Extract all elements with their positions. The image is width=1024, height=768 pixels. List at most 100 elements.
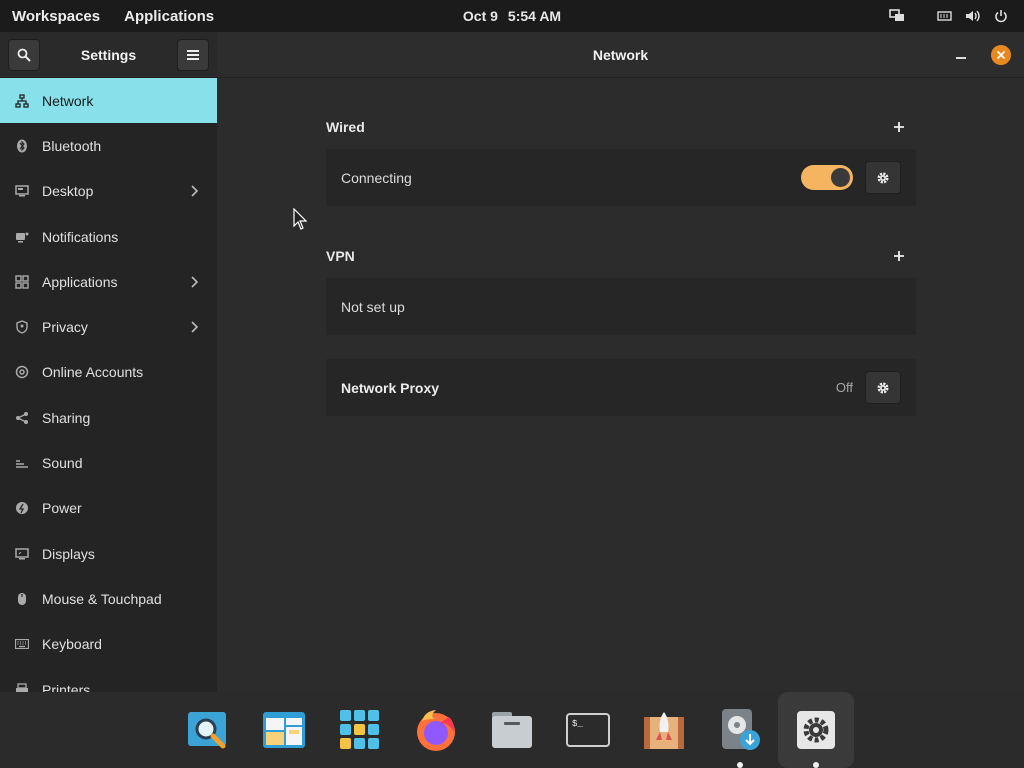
sidebar-item-mouse-touchpad[interactable]: Mouse & Touchpad [0,576,217,621]
mouse-cursor-icon [293,208,307,230]
vpn-row: Not set up [326,278,916,335]
desktop-icon [14,183,30,199]
sidebar-item-keyboard[interactable]: Keyboard [0,622,217,667]
network-content: Wired Connecting VPN Not set up Network … [326,78,916,416]
share-icon [14,410,30,426]
sidebar-item-privacy[interactable]: Privacy [0,304,217,349]
bluetooth-icon [14,138,30,154]
sidebar-item-sound[interactable]: Sound [0,440,217,485]
sidebar-item-label: Privacy [42,319,88,336]
add-wired-button[interactable] [887,115,911,139]
launcher-rocket-icon [644,712,684,749]
proxy-settings-button[interactable] [865,371,901,404]
at-icon [14,364,30,380]
close-button[interactable] [991,45,1011,65]
app-grid-icon [340,710,379,749]
sound-icon [14,455,30,471]
printer-icon [14,682,30,692]
sidebar-item-label: Sharing [42,409,91,426]
settings-window: Settings Network Bluetooth Desktop Notif… [0,32,1024,692]
dock-terminal[interactable]: $_ [550,692,626,768]
plus-icon [894,251,904,261]
applications-menu-button[interactable]: Applications [112,0,226,32]
dock-file-manager-window[interactable] [246,692,322,768]
sidebar-item-label: Mouse & Touchpad [42,590,162,607]
privacy-icon [14,319,30,335]
sidebar-item-label: Bluetooth [42,137,102,154]
vpn-status: Not set up [341,298,405,315]
dock-settings[interactable] [778,692,854,768]
search-app-icon [188,712,226,749]
dock-items: $_ [170,692,854,768]
main-pane: Network Wired Connecting VPN Not set up … [217,32,1024,692]
toggle-knob [831,168,850,187]
volume-icon[interactable] [962,5,984,27]
notifications-icon [14,229,30,245]
keyboard-icon [14,636,30,652]
sidebar-item-bluetooth[interactable]: Bluetooth [0,123,217,168]
system-tray [883,0,1024,32]
wired-status: Connecting [341,169,412,186]
vpn-section-header: VPN [326,234,916,278]
applications-grid-icon [14,274,30,290]
sidebar-item-label: Notifications [42,228,119,245]
sidebar-list: Network Bluetooth Desktop Notifications … [0,78,217,692]
terminal-icon: $_ [566,713,610,747]
clock-time[interactable]: 5:54 AM [508,8,561,24]
installer-icon [722,709,760,750]
sidebar-item-applications[interactable]: Applications [0,259,217,304]
dock-launcher[interactable] [626,692,702,768]
wired-settings-button[interactable] [865,161,901,194]
sidebar-item-displays[interactable]: Displays [0,531,217,576]
sidebar-header: Settings [0,32,217,78]
displays-icon [14,546,30,562]
menu-button[interactable] [176,38,209,71]
sidebar-item-desktop[interactable]: Desktop [0,169,217,214]
network-proxy-row[interactable]: Network Proxy Off [326,359,916,416]
wired-section-header: Wired [326,105,916,149]
search-button[interactable] [8,38,40,71]
sidebar-item-label: Online Accounts [42,364,144,381]
add-vpn-button[interactable] [887,244,911,268]
running-indicator [737,762,743,768]
sidebar-item-printers[interactable]: Printers [0,667,217,692]
top-panel: Workspaces Applications Oct 9 5:54 AM [0,0,1024,32]
files-icon [492,712,532,748]
minimize-icon [956,57,966,59]
dock-search-app[interactable] [170,692,246,768]
sidebar-item-notifications[interactable]: Notifications [0,214,217,259]
chevron-right-icon [191,276,199,288]
dock-firefox[interactable] [398,692,474,768]
close-icon [996,50,1006,60]
sidebar-item-sharing[interactable]: Sharing [0,395,217,440]
minimize-button[interactable] [950,44,972,66]
clock-date[interactable]: Oct 9 [463,8,498,24]
sidebar-item-label: Desktop [42,183,94,200]
sidebar-item-network[interactable]: Network [0,78,217,124]
proxy-status: Off [835,380,853,395]
firefox-icon [417,710,455,751]
dock-app-grid[interactable] [322,692,398,768]
sidebar-item-label: Sound [42,455,83,472]
power-icon[interactable] [990,5,1012,27]
workspaces-button[interactable]: Workspaces [0,0,112,32]
proxy-label: Network Proxy [341,379,440,396]
svg-text:$_: $_ [572,719,583,729]
sidebar-item-online-accounts[interactable]: Online Accounts [0,350,217,395]
vpn-heading: VPN [326,248,355,264]
sidebar-item-label: Applications [42,273,118,290]
gear-icon [877,171,889,184]
sidebar-item-power[interactable]: Power [0,486,217,531]
sidebar-item-label: Power [42,500,82,517]
wired-connection-row: Connecting [326,149,916,206]
display-icon[interactable] [886,5,908,27]
network-icon [14,93,30,109]
mouse-icon [14,591,30,607]
battery-icon[interactable] [934,5,956,27]
power-gauge-icon [14,500,30,516]
plus-icon [894,122,904,132]
chevron-right-icon [191,185,199,197]
dock-files[interactable] [474,692,550,768]
wired-toggle[interactable] [801,165,853,190]
dock-installer[interactable] [702,692,778,768]
